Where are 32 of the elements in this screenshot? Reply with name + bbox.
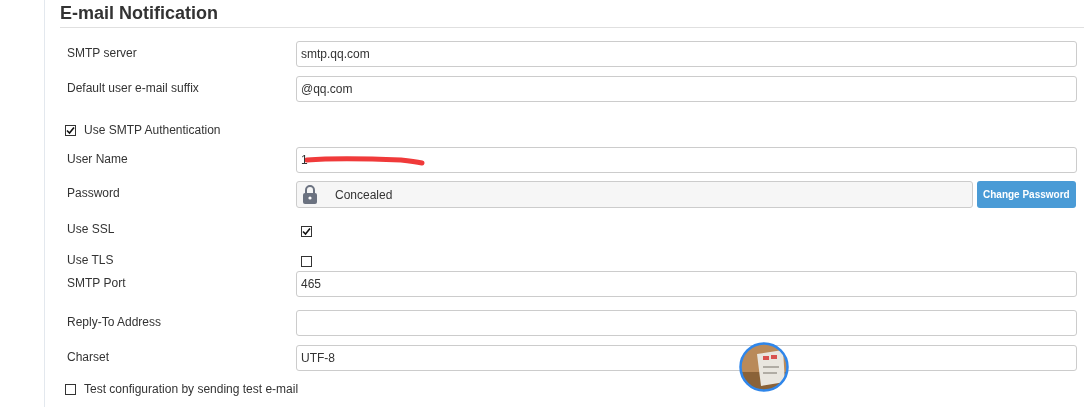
input-field[interactable]: 1 [296, 147, 1077, 173]
field-label: Default user e-mail suffix [66, 80, 200, 97]
checkbox-label: Use SMTP Authentication [84, 122, 221, 139]
input-field[interactable]: @qq.com [296, 76, 1077, 102]
input-field[interactable]: 465 [296, 271, 1077, 297]
checkbox[interactable] [65, 124, 76, 136]
input-field[interactable] [296, 310, 1077, 336]
field-value: @qq.com [301, 81, 353, 98]
field-label: SMTP server [66, 45, 138, 62]
checkbox-label: Test configuration by sending test e-mail [84, 381, 299, 398]
checkbox[interactable] [65, 383, 76, 395]
field-value: 1 [301, 152, 308, 169]
checkbox[interactable] [301, 226, 312, 237]
field-value: Concealed [335, 186, 393, 204]
section-title: E-mail Notification [60, 2, 218, 24]
field-label: Use TLS [66, 252, 115, 269]
field-value: smtp.qq.com [301, 46, 370, 63]
field-value: UTF-8 [301, 350, 335, 367]
field-label: Charset [66, 349, 111, 366]
input-field[interactable]: UTF-8 [296, 345, 1077, 371]
field-value: 465 [301, 276, 322, 293]
padlock-icon [303, 185, 317, 204]
field-label: Use SSL [66, 221, 116, 238]
field-label: SMTP Port [66, 275, 127, 292]
check-icon [302, 227, 311, 236]
password-field[interactable]: Concealed [296, 181, 973, 208]
checkbox[interactable] [301, 256, 312, 267]
field-label: Reply-To Address [66, 314, 163, 331]
input-field[interactable]: smtp.qq.com [296, 41, 1077, 67]
field-label: User Name [66, 151, 129, 168]
field-label: Password [66, 185, 121, 202]
check-icon [66, 125, 75, 135]
